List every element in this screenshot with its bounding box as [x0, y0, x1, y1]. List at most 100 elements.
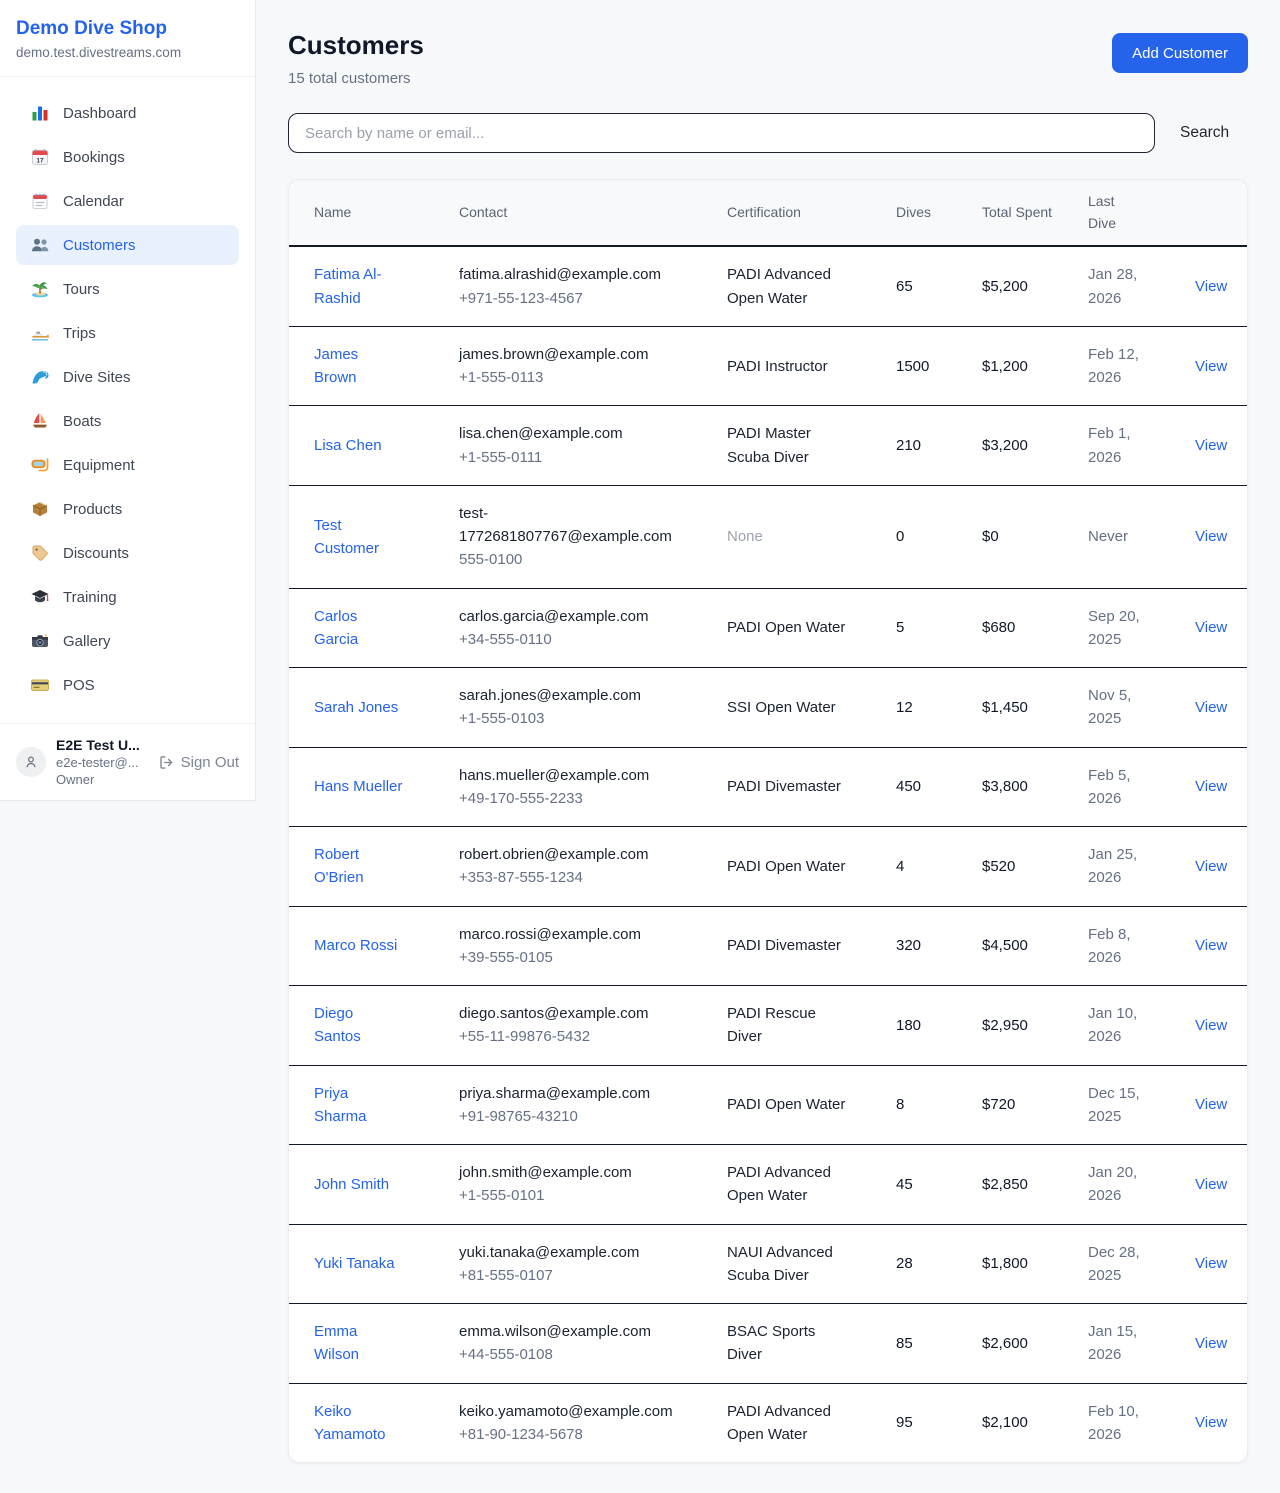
- total-spent: $2,100: [982, 1383, 1088, 1462]
- customer-name-link[interactable]: Keiko Yamamoto: [314, 1403, 385, 1443]
- view-link[interactable]: View: [1195, 1096, 1227, 1113]
- customer-name-link[interactable]: Yuki Tanaka: [314, 1255, 395, 1272]
- customer-name-link[interactable]: John Smith: [314, 1176, 389, 1193]
- customer-email: marco.rossi@example.com: [459, 923, 689, 946]
- last-dive-date: Jan 15, 2026: [1088, 1304, 1195, 1384]
- customer-name-link[interactable]: Priya Sharma: [314, 1085, 367, 1125]
- calendar-spiral-icon: [30, 191, 50, 211]
- view-link[interactable]: View: [1195, 358, 1227, 375]
- customers-table: Name Contact Certification Dives Total S…: [289, 180, 1248, 1462]
- sidebar-item-trips[interactable]: Trips: [16, 313, 239, 353]
- page-title: Customers: [288, 30, 424, 61]
- page-header: Customers 15 total customers Add Custome…: [288, 30, 1248, 87]
- person-icon: [22, 753, 40, 771]
- sign-out-icon: [158, 754, 175, 771]
- add-customer-button[interactable]: Add Customer: [1112, 33, 1248, 73]
- sidebar-item-training[interactable]: Training: [16, 577, 239, 617]
- view-link[interactable]: View: [1195, 858, 1227, 875]
- last-dive-date: Dec 28, 2025: [1088, 1224, 1195, 1304]
- certification-text: None: [727, 528, 763, 545]
- view-link[interactable]: View: [1195, 778, 1227, 795]
- sidebar-item-equipment[interactable]: Equipment: [16, 445, 239, 485]
- view-link[interactable]: View: [1195, 1255, 1227, 1272]
- customer-name-link[interactable]: James Brown: [314, 346, 358, 386]
- customer-email: robert.obrien@example.com: [459, 843, 689, 866]
- table-row: John Smith john.smith@example.com +1-555…: [289, 1145, 1248, 1225]
- view-link[interactable]: View: [1195, 619, 1227, 636]
- sidebar-item-label: Equipment: [63, 457, 135, 474]
- customer-name-link[interactable]: Carlos Garcia: [314, 608, 358, 648]
- customer-email: sarah.jones@example.com: [459, 684, 689, 707]
- dives-count: 65: [896, 246, 982, 326]
- view-link[interactable]: View: [1195, 437, 1227, 454]
- view-link[interactable]: View: [1195, 1414, 1227, 1431]
- customer-email: james.brown@example.com: [459, 343, 689, 366]
- customer-name-link[interactable]: Robert O'Brien: [314, 846, 364, 886]
- view-link[interactable]: View: [1195, 1335, 1227, 1352]
- sidebar-item-discounts[interactable]: Discounts: [16, 533, 239, 573]
- view-link[interactable]: View: [1195, 528, 1227, 545]
- total-spent: $720: [982, 1065, 1088, 1145]
- sidebar-item-customers[interactable]: Customers: [16, 225, 239, 265]
- sidebar-item-products[interactable]: Products: [16, 489, 239, 529]
- sidebar-item-label: Dashboard: [63, 105, 136, 122]
- total-spent: $2,850: [982, 1145, 1088, 1225]
- customer-name-link[interactable]: Fatima Al-Rashid: [314, 266, 382, 306]
- customer-email: keiko.yamamoto@example.com: [459, 1400, 689, 1423]
- table-row: Test Customer test-1772681807767@example…: [289, 485, 1248, 588]
- dives-count: 210: [896, 406, 982, 486]
- certification-text: PADI Rescue Diver: [727, 1005, 816, 1045]
- customer-name-link[interactable]: Test Customer: [314, 517, 379, 557]
- tag-icon: [30, 543, 50, 563]
- total-spent: $680: [982, 588, 1088, 668]
- sidebar-item-pos[interactable]: POS: [16, 665, 239, 705]
- dives-count: 85: [896, 1304, 982, 1384]
- sidebar-item-tours[interactable]: Tours: [16, 269, 239, 309]
- column-header-certification: Certification: [727, 180, 896, 246]
- table-row: Yuki Tanaka yuki.tanaka@example.com +81-…: [289, 1224, 1248, 1304]
- customer-email: lisa.chen@example.com: [459, 422, 689, 445]
- sidebar-item-label: Calendar: [63, 193, 124, 210]
- customer-name-link[interactable]: Lisa Chen: [314, 437, 382, 454]
- sidebar-item-bookings[interactable]: 17 Bookings: [16, 137, 239, 177]
- last-dive-date: Jan 28, 2026: [1088, 246, 1195, 326]
- sidebar-item-label: Trips: [63, 325, 96, 342]
- customer-name-link[interactable]: Sarah Jones: [314, 699, 398, 716]
- column-header-dives: Dives: [896, 180, 982, 246]
- dives-count: 5: [896, 588, 982, 668]
- search-input[interactable]: [288, 113, 1155, 153]
- sidebar-item-dashboard[interactable]: Dashboard: [16, 93, 239, 133]
- customer-phone: +34-555-0110: [459, 628, 689, 651]
- customers-table-card: Name Contact Certification Dives Total S…: [288, 179, 1248, 1463]
- last-dive-date: Nov 5, 2025: [1088, 668, 1195, 748]
- customer-name-link[interactable]: Emma Wilson: [314, 1323, 359, 1363]
- search-button[interactable]: Search: [1180, 124, 1229, 142]
- view-link[interactable]: View: [1195, 699, 1227, 716]
- dives-count: 8: [896, 1065, 982, 1145]
- sidebar-user-section: E2E Test U... e2e-tester@... Owner Sign …: [0, 723, 255, 800]
- customer-name-link[interactable]: Diego Santos: [314, 1005, 361, 1045]
- table-row: James Brown james.brown@example.com +1-5…: [289, 326, 1248, 406]
- customer-name-link[interactable]: Hans Mueller: [314, 778, 402, 795]
- sidebar-item-boats[interactable]: Boats: [16, 401, 239, 441]
- avatar: [16, 747, 46, 777]
- customer-email: fatima.alrashid@example.com: [459, 263, 689, 286]
- sidebar-item-gallery[interactable]: Gallery: [16, 621, 239, 661]
- total-spent: $0: [982, 485, 1088, 588]
- customer-email: carlos.garcia@example.com: [459, 605, 689, 628]
- sidebar-item-calendar[interactable]: Calendar: [16, 181, 239, 221]
- customer-phone: 555-0100: [459, 548, 689, 571]
- sign-out-label: Sign Out: [181, 754, 239, 771]
- view-link[interactable]: View: [1195, 1017, 1227, 1034]
- total-spent: $1,800: [982, 1224, 1088, 1304]
- view-link[interactable]: View: [1195, 1176, 1227, 1193]
- sidebar-item-label: POS: [63, 677, 95, 694]
- customer-phone: +91-98765-43210: [459, 1105, 689, 1128]
- sign-out-button[interactable]: Sign Out: [158, 754, 239, 771]
- dives-count: 1500: [896, 326, 982, 406]
- view-link[interactable]: View: [1195, 278, 1227, 295]
- sailboat-icon: [30, 411, 50, 431]
- sidebar-item-dive-sites[interactable]: Dive Sites: [16, 357, 239, 397]
- view-link[interactable]: View: [1195, 937, 1227, 954]
- customer-name-link[interactable]: Marco Rossi: [314, 937, 397, 954]
